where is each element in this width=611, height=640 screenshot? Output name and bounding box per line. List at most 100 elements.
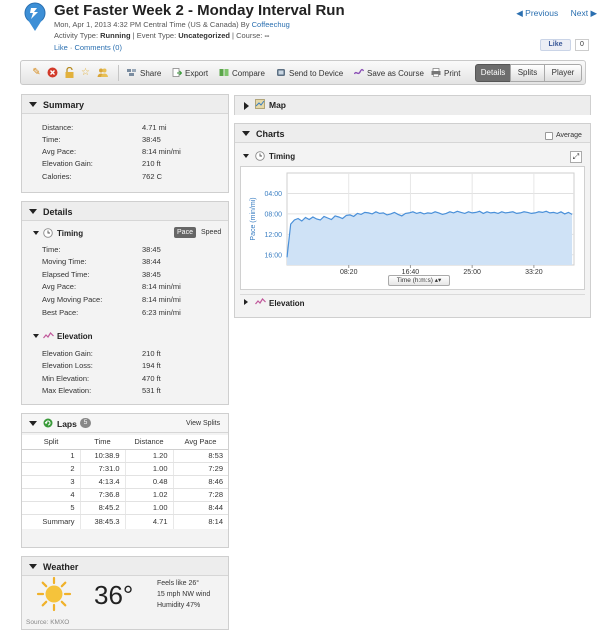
elevation-collapse-icon[interactable] xyxy=(33,334,39,338)
lap-pace: 8:44 xyxy=(172,501,228,515)
save-as-course-icon xyxy=(354,68,364,75)
elevation-value: 194 ft xyxy=(142,361,161,370)
collapse-triangle-icon xyxy=(29,102,37,107)
compare-icon xyxy=(219,69,229,76)
clock-icon xyxy=(43,228,53,238)
timing-value: 8:14 min/mi xyxy=(142,282,181,291)
next-link[interactable]: Next ▶ xyxy=(571,8,597,18)
table-row: 3 4:13.4 0.48 8:46 xyxy=(22,475,228,489)
summary-value: 8:14 min/mi xyxy=(142,147,181,156)
author-link[interactable]: Coffeechug xyxy=(252,20,290,29)
summary-label: Summary xyxy=(22,514,80,529)
facebook-like-count: 0 xyxy=(575,39,589,51)
column-header: Avg Pace xyxy=(173,435,228,450)
x-axis-selector[interactable]: Time (h:m:s) ▴▾ xyxy=(388,275,450,286)
save-as-course-button[interactable]: Save as Course xyxy=(354,68,424,78)
map-icon xyxy=(255,99,265,109)
timing-value: 38:45 xyxy=(142,245,161,254)
lap-time: 7:36.8 xyxy=(79,488,125,502)
laps-count-badge: 5 xyxy=(80,418,91,428)
tab-splits[interactable]: Splits xyxy=(510,64,545,82)
map-panel xyxy=(234,95,591,115)
view-splits-link[interactable]: View Splits xyxy=(186,420,220,427)
elevation-icon xyxy=(43,332,54,339)
lap-distance: 1.20 xyxy=(124,449,173,463)
summary-label: Avg Pace: xyxy=(42,147,77,156)
summary-value: 38:45 xyxy=(142,135,161,144)
lap-pace: 7:29 xyxy=(172,462,228,476)
clock-icon xyxy=(255,151,265,161)
timing-collapse-icon[interactable] xyxy=(33,231,39,235)
tab-player[interactable]: Player xyxy=(544,64,582,82)
tab-details[interactable]: Details xyxy=(475,64,511,82)
export-icon xyxy=(172,68,182,77)
activity-header: Get Faster Week 2 - Monday Interval Run … xyxy=(0,0,611,56)
lap-time: 4:13.4 xyxy=(79,475,125,489)
column-header: Time xyxy=(80,435,125,450)
details-header[interactable]: Details xyxy=(22,202,228,221)
collapse-triangle-icon xyxy=(242,131,250,136)
share-button[interactable]: Share xyxy=(127,68,161,78)
humidity: Humidity 47% xyxy=(157,602,201,609)
elevation-chart-expand-icon[interactable] xyxy=(244,299,248,305)
facebook-like-button[interactable]: Like xyxy=(540,39,571,51)
timing-chart-collapse-icon[interactable] xyxy=(243,154,249,158)
divider xyxy=(240,294,585,295)
lap-split: 3 xyxy=(22,475,80,489)
send-to-device-button[interactable]: Send to Device xyxy=(276,68,343,78)
charts-title: Charts xyxy=(256,129,285,139)
charts-header[interactable]: Charts xyxy=(235,124,590,143)
collapse-triangle-icon xyxy=(29,421,37,426)
elevation-icon xyxy=(255,298,266,305)
export-button[interactable]: Export xyxy=(172,68,208,78)
elevation-label: Elevation Gain: xyxy=(42,349,93,358)
activity-date-line: Mon, Apr 1, 2013 4:32 PM Central Time (U… xyxy=(54,20,290,29)
lap-distance: 1.00 xyxy=(124,501,173,515)
laps-icon xyxy=(43,418,53,428)
weather-header[interactable]: Weather xyxy=(22,557,228,576)
print-icon xyxy=(431,68,441,77)
timing-label: Avg Pace: xyxy=(42,282,77,291)
lap-distance: 1.02 xyxy=(124,488,173,502)
star-icon[interactable]: ☆ xyxy=(80,67,91,78)
weather-title: Weather xyxy=(43,562,79,572)
previous-link[interactable]: ◀ Previous xyxy=(516,8,558,18)
timing-label: Avg Moving Pace: xyxy=(42,295,103,304)
activity-nav: ◀ Previous Next ▶ xyxy=(506,8,597,19)
map-header[interactable] xyxy=(235,96,590,115)
comments-link[interactable]: Comments (0) xyxy=(74,43,122,52)
separator: · xyxy=(69,43,73,52)
table-row: 4 7:36.8 1.02 7:28 xyxy=(22,488,228,502)
summary-label: Calories: xyxy=(42,172,72,181)
pencil-icon[interactable]: ✎ xyxy=(31,67,42,78)
feels-like: Feels like 26° xyxy=(157,580,200,587)
compare-button[interactable]: Compare xyxy=(219,68,265,78)
y-tick-label: 12:00 xyxy=(264,232,282,239)
lock-icon[interactable] xyxy=(64,66,75,78)
summary-header[interactable]: Summary xyxy=(22,95,228,114)
print-button[interactable]: Print xyxy=(431,68,460,78)
activity-date: Mon, Apr 1, 2013 4:32 PM Central Time (U… xyxy=(54,20,250,29)
pace-toggle[interactable]: Pace xyxy=(174,227,196,238)
lap-split: 2 xyxy=(22,462,80,476)
average-checkbox[interactable] xyxy=(545,132,553,140)
summary-label: Distance: xyxy=(42,123,74,132)
users-icon[interactable] xyxy=(97,67,108,78)
weather-source: Source: KMXO xyxy=(26,619,70,626)
expand-chart-icon[interactable]: ⤢ xyxy=(570,151,582,163)
expand-triangle-icon xyxy=(244,102,249,110)
lap-time: 8:45.2 xyxy=(79,501,125,515)
activity-pin-icon xyxy=(24,2,46,31)
timing-value: 6:23 min/mi xyxy=(142,308,181,317)
like-link[interactable]: Like xyxy=(54,43,68,52)
lap-pace: 8:46 xyxy=(172,475,228,489)
lap-split: 4 xyxy=(22,488,80,502)
speed-toggle[interactable]: Speed xyxy=(201,229,221,236)
x-tick-label: 33:20 xyxy=(525,269,543,276)
y-axis-label: Pace (min/mi) xyxy=(250,197,257,240)
send-to-device-icon xyxy=(277,69,285,76)
timing-value: 38:44 xyxy=(142,257,161,266)
delete-icon[interactable] xyxy=(47,67,58,78)
x-tick-label: 25:00 xyxy=(463,269,481,276)
timing-label: Best Pace: xyxy=(42,308,79,317)
